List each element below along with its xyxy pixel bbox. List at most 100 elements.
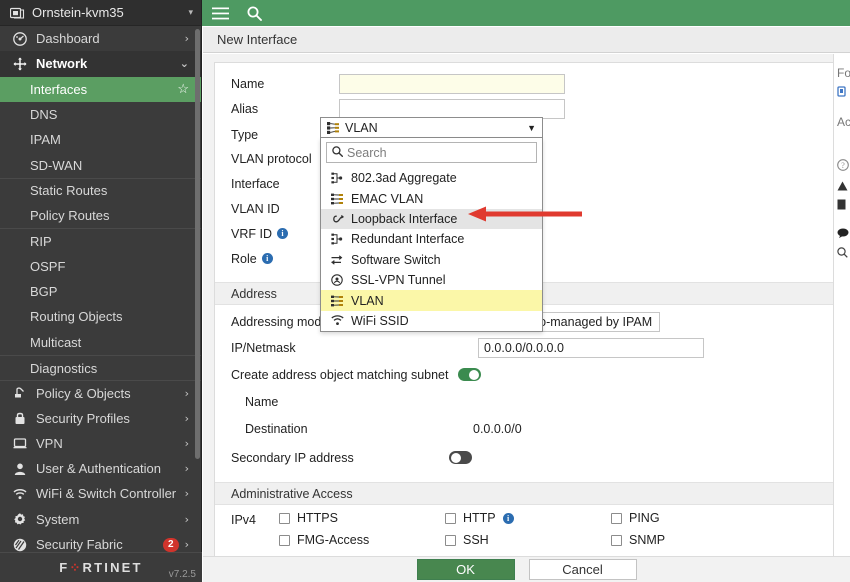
admin-access-column-2: HTTP i SSH RADIUS Accounting [445,511,611,556]
dropdown-option-label: WiFi SSID [351,314,409,328]
sidebar-item-policy-objects[interactable]: Policy & Objects › [0,380,201,405]
type-select[interactable]: VLAN ▼ [320,117,543,138]
sidebar-scrollbar[interactable] [195,29,200,459]
admin-access-column-3: PING SNMP Security Fabric [611,511,777,556]
search-icon[interactable] [247,6,262,21]
secondary-ip-label: Secondary IP address [231,451,461,465]
sidebar-item-interfaces[interactable]: Interfaces ☆ [0,77,201,102]
svg-text:?: ? [841,161,845,170]
sidebar-item-policy-routes[interactable]: Policy Routes [0,203,201,228]
sidebar-item-ospf[interactable]: OSPF [0,254,201,279]
alias-label: Alias [231,102,339,116]
create-address-object-toggle[interactable] [458,368,481,381]
search-icon [332,146,343,160]
cancel-button[interactable]: Cancel [529,559,637,580]
dropdown-search-wrap [321,138,542,168]
sidebar-item-diagnostics[interactable]: Diagnostics [0,355,201,380]
sidebar-item-bgp[interactable]: BGP [0,279,201,304]
dropdown-option-aggregate[interactable]: 802.3ad Aggregate [321,168,542,188]
chevron-down-icon: ⌄ [180,57,189,70]
sidebar-item-security-fabric[interactable]: Security Fabric 2 › [0,532,201,553]
sidebar-item-multicast[interactable]: Multicast [0,330,201,355]
dropdown-option-label: Software Switch [351,253,441,267]
sidebar-item-sdwan[interactable]: SD-WAN [0,152,201,177]
right-panel-line2: Ac [834,115,850,129]
toggle-knob [469,370,479,380]
book-icon[interactable] [834,199,850,213]
sidebar-item-rip[interactable]: RIP [0,228,201,253]
sidebar-item-label: WiFi & Switch Controller [36,486,185,501]
checkbox-fmg-access[interactable] [279,535,290,546]
sidebar-item-system[interactable]: System › [0,507,201,532]
checkbox-row-ping[interactable]: PING [611,511,777,525]
checkbox-row-http[interactable]: HTTP i [445,511,611,525]
role-text: Role [231,252,257,266]
aggregate-icon [330,172,344,184]
checkbox-snmp[interactable] [611,535,622,546]
sidebar-item-vpn[interactable]: VPN › [0,431,201,456]
brand-text: F⁘RTINET [59,560,142,576]
info-icon[interactable]: i [262,253,273,264]
sidebar-item-security-profiles[interactable]: Security Profiles › [0,405,201,430]
field-row-subnet-name: Name [215,391,833,412]
chevron-right-icon: › [185,32,189,45]
dropdown-option-vlan[interactable]: VLAN [321,290,542,310]
dropdown-option-wifi-ssid[interactable]: WiFi SSID [321,311,542,331]
sidebar-item-dashboard[interactable]: Dashboard › [0,26,201,51]
vlan-icon [330,193,344,205]
dropdown-search-input[interactable] [347,146,531,160]
sidebar-item-wifi-switch-controller[interactable]: WiFi & Switch Controller › [0,481,201,506]
search-panel-icon[interactable] [834,247,850,261]
top-bar [202,0,850,26]
checkbox-http[interactable] [445,513,456,524]
checkbox-row-ssh[interactable]: SSH [445,533,611,547]
vlan-icon [327,122,339,134]
loopback-icon [330,213,344,225]
info-icon[interactable]: i [503,513,514,524]
chevron-down-icon[interactable]: ▾ [188,7,193,18]
chevron-right-icon: › [185,487,189,500]
checkbox-row-https[interactable]: HTTPS [279,511,445,525]
dropdown-option-label: VLAN [351,294,384,308]
annotation-arrow [466,203,584,228]
chat-icon[interactable] [834,227,850,241]
alias-input[interactable] [339,99,565,119]
help-icon[interactable]: ? [834,159,850,174]
dropdown-option-software-switch[interactable]: Software Switch [321,250,542,270]
ssl-vpn-icon [330,274,344,286]
sidebar-item-label: Routing Objects [30,309,189,324]
checkbox-row-snmp[interactable]: SNMP [611,533,777,547]
dropdown-option-redundant-interface[interactable]: Redundant Interface [321,229,542,249]
sidebar-item-network[interactable]: Network ⌄ [0,51,201,76]
ok-button[interactable]: OK [417,559,515,580]
dropdown-option-ssl-vpn-tunnel[interactable]: SSL-VPN Tunnel [321,270,542,290]
sidebar-item-ipam[interactable]: IPAM [0,127,201,152]
checkbox-ssh[interactable] [445,535,456,546]
checkbox-ping[interactable] [611,513,622,524]
info-icon[interactable]: i [277,228,288,239]
alert-icon[interactable] [834,180,850,194]
secondary-ip-toggle[interactable] [449,451,472,464]
sidebar-item-user-authentication[interactable]: User & Authentication › [0,456,201,481]
right-panel-fabric-icon[interactable] [834,86,850,101]
vlan-icon [330,295,344,307]
sidebar-item-dns[interactable]: DNS [0,102,201,127]
checkbox-https[interactable] [279,513,290,524]
wifi-icon [330,315,344,326]
redundant-icon [330,233,344,245]
ip-netmask-input[interactable] [478,338,704,358]
dropdown-option-label: SSL-VPN Tunnel [351,273,446,287]
favorite-star-icon[interactable]: ☆ [177,81,189,97]
dropdown-search-box[interactable] [326,142,537,163]
policy-icon [10,386,29,400]
name-input[interactable] [339,74,565,94]
chevron-down-icon[interactable]: ▼ [527,123,536,133]
checkbox-label: HTTP [463,511,496,525]
sidebar-item-routing-objects[interactable]: Routing Objects [0,304,201,329]
checkbox-row-fmg-access[interactable]: FMG-Access [279,533,445,547]
device-selector[interactable]: Ornstein-kvm35 ▾ [0,0,201,26]
hamburger-icon[interactable] [212,7,229,20]
field-row-destination: Destination 0.0.0.0/0 [215,418,833,439]
sidebar-item-label: BGP [30,284,189,299]
sidebar-item-static-routes[interactable]: Static Routes [0,178,201,203]
